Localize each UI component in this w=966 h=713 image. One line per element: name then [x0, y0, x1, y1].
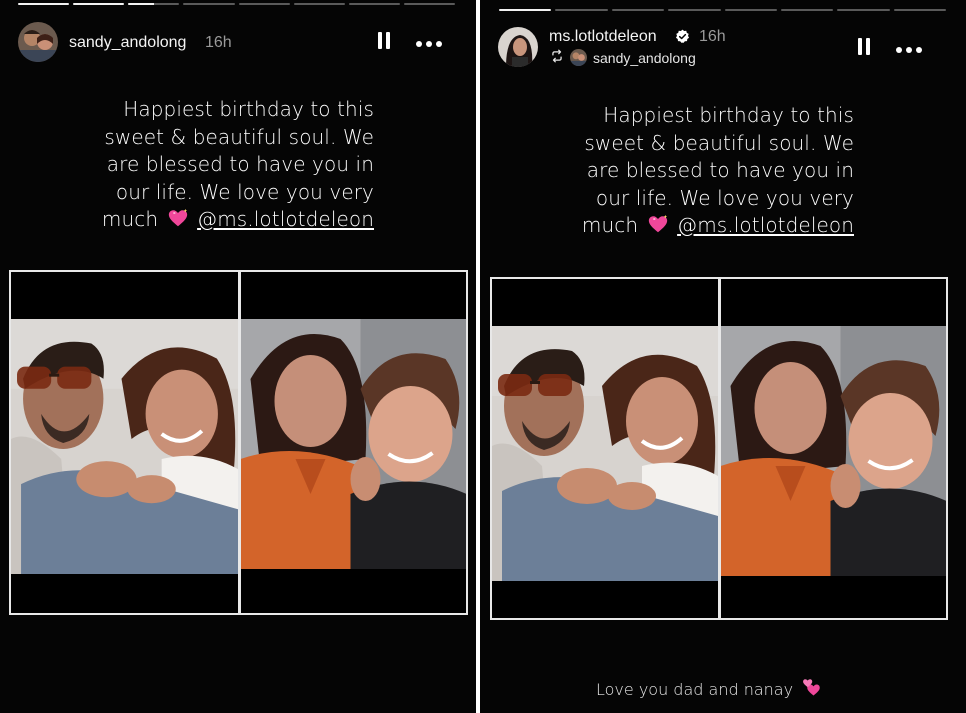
story-progress-bar: [499, 9, 946, 11]
caption-line: our life. We love you very: [595, 185, 854, 210]
caption-last-word: much: [101, 207, 159, 231]
pause-icon[interactable]: [376, 31, 392, 51]
caption-line: sweet & beautiful soul. We: [104, 124, 374, 149]
sparkling-heart-icon: [647, 213, 669, 235]
more-icon[interactable]: [415, 36, 443, 47]
story-right: ms.lotlotdeleon 16h sandy_andolong Happi…: [480, 0, 966, 713]
mention-link[interactable]: @ms.lotlotdeleon: [197, 207, 374, 231]
caption-line: Happiest birthday to this: [123, 97, 374, 121]
sparkling-heart-icon: [167, 207, 189, 229]
progress-segment: [18, 3, 70, 5]
photo-collage: [9, 270, 468, 615]
progress-segment: [555, 9, 608, 11]
photo-panel-right: [241, 272, 466, 613]
story-caption: Happiest birthday to this sweet & beauti…: [102, 96, 374, 234]
more-icon[interactable]: [895, 42, 923, 53]
username[interactable]: ms.lotlotdeleon: [549, 28, 657, 46]
verified-badge-icon: [675, 29, 690, 44]
progress-segment: [403, 3, 455, 5]
progress-segment: [499, 9, 552, 11]
mention-link[interactable]: @ms.lotlotdeleon: [677, 213, 854, 237]
progress-segment: [128, 3, 180, 5]
caption-line: much @ms.lotlotdeleon: [582, 212, 854, 240]
avatar[interactable]: [498, 27, 538, 67]
story-left: sandy_andolong 16h Happiest birthday to …: [0, 0, 476, 713]
caption-line: much @ms.lotlotdeleon: [102, 206, 374, 234]
photo-couple: [492, 326, 718, 581]
avatar[interactable]: [18, 22, 58, 62]
caption-last-word: much: [581, 213, 639, 237]
photo-panel-right: [721, 279, 946, 618]
progress-segment: [348, 3, 400, 5]
photo-panel-left: [11, 272, 238, 613]
progress-segment: [724, 9, 777, 11]
two-hearts-icon: [801, 678, 821, 698]
progress-segment: [73, 3, 125, 5]
photo-women: [241, 319, 466, 569]
photo-collage: [490, 277, 948, 620]
progress-segment: [668, 9, 721, 11]
photo-women: [721, 326, 946, 576]
story-caption: Happiest birthday to this sweet & beauti…: [582, 102, 854, 240]
photo-panel-left: [492, 279, 718, 618]
progress-segment: [837, 9, 890, 11]
story-progress-bar: [18, 3, 455, 5]
progress-segment: [183, 3, 235, 5]
progress-segment: [293, 3, 345, 5]
repost-icon: [550, 49, 564, 66]
caption-line: our life. We love you very: [115, 179, 374, 204]
repost-username: sandy_andolong: [593, 49, 696, 66]
pause-icon[interactable]: [856, 37, 872, 57]
progress-segment: [780, 9, 834, 11]
username[interactable]: sandy_andolong: [69, 34, 186, 52]
repost-avatar: [570, 49, 587, 66]
repost-attribution[interactable]: sandy_andolong: [550, 49, 696, 66]
caption-line: Happiest birthday to this: [603, 103, 854, 127]
footer-caption-text: Love you dad and nanay: [596, 680, 794, 699]
caption-line: are blessed to have you in: [586, 158, 854, 182]
progress-segment: [893, 9, 946, 11]
photo-couple: [11, 319, 238, 574]
footer-caption: Love you dad and nanay: [596, 678, 821, 699]
progress-segment: [238, 3, 290, 5]
timestamp: 16h: [205, 34, 232, 51]
timestamp: 16h: [699, 28, 726, 45]
progress-segment: [611, 9, 665, 11]
caption-line: are blessed to have you in: [106, 152, 374, 176]
caption-line: sweet & beautiful soul. We: [584, 130, 854, 155]
